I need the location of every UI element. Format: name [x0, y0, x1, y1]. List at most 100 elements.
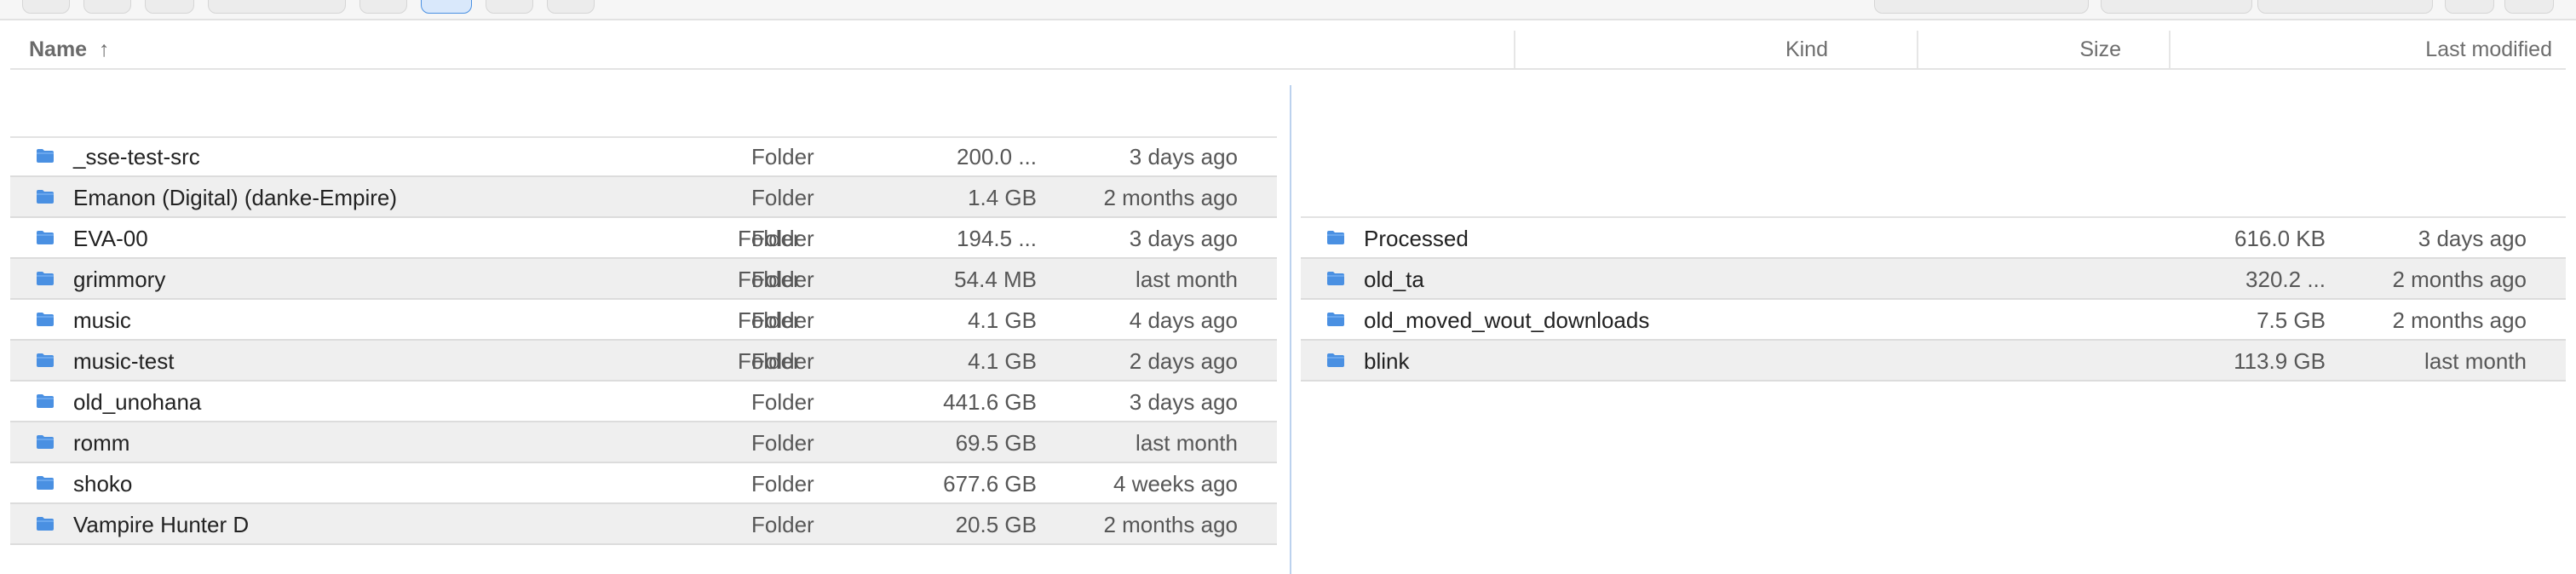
pane-splitter[interactable]	[1290, 85, 1291, 574]
item-name: _sse-test-src	[73, 144, 200, 169]
item-name: Emanon (Digital) (danke-Empire)	[73, 185, 398, 210]
view-gallery-button[interactable]	[547, 0, 595, 14]
item-name: blink	[1364, 348, 1410, 374]
item-modified: 3 days ago	[1129, 144, 1238, 169]
folder-icon	[37, 272, 54, 285]
folder-icon	[37, 435, 54, 449]
item-size: 7.5 GB	[2257, 307, 2326, 333]
item-modified: 2 months ago	[1103, 512, 1238, 537]
list-item[interactable]: blink Folder 113.9 GB last month	[738, 341, 2566, 382]
item-name: Processed	[1364, 226, 1469, 251]
list-item[interactable]: shoko Folder 677.6 GB 4 weeks ago	[10, 463, 1277, 504]
item-kind: Folder	[738, 348, 801, 374]
item-modified: 4 weeks ago	[1113, 471, 1238, 497]
item-size: 441.6 GB	[943, 389, 1037, 415]
column-divider[interactable]	[1917, 31, 1918, 68]
list-item[interactable]: old_moved_wout_downloads Folder 7.5 GB 2…	[738, 300, 2566, 341]
item-kind: Folder	[751, 471, 814, 497]
item-kind: Folder	[751, 430, 814, 456]
list-item[interactable]: Vampire Hunter D Folder 20.5 GB 2 months…	[10, 504, 1277, 545]
up-button[interactable]	[145, 0, 194, 14]
item-name: old_unohana	[73, 389, 202, 415]
more-button[interactable]	[2504, 0, 2554, 14]
folder-icon	[37, 190, 54, 204]
item-modified: 3 days ago	[1129, 226, 1238, 251]
item-size: 320.2 ...	[2245, 267, 2326, 292]
item-modified: last month	[1136, 267, 1238, 292]
filter-button[interactable]	[2101, 0, 2252, 14]
item-modified: 2 days ago	[1129, 348, 1238, 374]
item-modified: 3 days ago	[2418, 226, 2527, 251]
column-header: Name ↑ Kind Size Last modified	[10, 31, 2566, 70]
item-kind: Folder	[738, 267, 801, 292]
column-last-modified[interactable]: Last modified	[2425, 37, 2552, 62]
item-kind: Folder	[751, 512, 814, 537]
folder-icon	[37, 231, 54, 244]
list-item[interactable]: old_ta Folder 320.2 ... 2 months ago	[738, 259, 2566, 300]
toolbar	[0, 0, 2576, 20]
view-columns-button[interactable]	[421, 0, 472, 14]
item-modified: 2 months ago	[2392, 267, 2527, 292]
folder-icon	[1327, 272, 1344, 285]
item-kind: Folder	[751, 144, 814, 169]
folder-icon	[1327, 353, 1344, 367]
column-name[interactable]: Name	[29, 37, 87, 62]
folder-icon	[37, 353, 54, 367]
list-item[interactable]: Emanon (Digital) (danke-Empire) Folder 1…	[10, 177, 1277, 218]
column-size[interactable]: Size	[2079, 37, 2121, 62]
list-item[interactable]: music Folder 4.1 GB 4 days ago	[10, 300, 1277, 341]
item-size: 4.1 GB	[968, 348, 1037, 374]
item-size: 20.5 GB	[955, 512, 1037, 537]
item-kind: Folder	[751, 185, 814, 210]
item-modified: last month	[2424, 348, 2527, 374]
list-item[interactable]: old_unohana Folder 441.6 GB 3 days ago	[10, 382, 1277, 422]
view-grid-button[interactable]	[486, 0, 533, 14]
right-file-list: Processed Folder 616.0 KB 3 days ago old…	[738, 218, 2566, 382]
list-item[interactable]: EVA-00 Folder 194.5 ... 3 days ago	[10, 218, 1277, 259]
list-item[interactable]: Processed Folder 616.0 KB 3 days ago	[738, 218, 2566, 259]
item-kind: Folder	[751, 389, 814, 415]
item-size: 54.4 MB	[954, 267, 1037, 292]
item-modified: 2 months ago	[1103, 185, 1238, 210]
column-divider[interactable]	[2169, 31, 2171, 68]
path-dropdown[interactable]	[208, 0, 346, 14]
sort-ascending-icon[interactable]: ↑	[99, 37, 110, 62]
item-name: music	[73, 307, 131, 333]
list-item[interactable]: _sse-test-src Folder 200.0 ... 3 days ag…	[10, 136, 1277, 177]
item-size: 616.0 KB	[2234, 226, 2326, 251]
folder-icon	[1327, 313, 1344, 326]
item-size: 113.9 GB	[2234, 348, 2326, 374]
item-size: 4.1 GB	[968, 307, 1037, 333]
list-item[interactable]: grimmory Folder 54.4 MB last month	[10, 259, 1277, 300]
column-kind[interactable]: Kind	[1785, 37, 1828, 62]
folder-icon	[1327, 231, 1344, 244]
left-file-list: _sse-test-src Folder 200.0 ... 3 days ag…	[10, 136, 1277, 545]
folder-icon	[37, 149, 54, 163]
search-field[interactable]	[1874, 0, 2089, 14]
item-kind: Folder	[738, 226, 801, 251]
folder-icon	[37, 394, 54, 408]
item-modified: last month	[1136, 430, 1238, 456]
item-size: 677.6 GB	[943, 471, 1037, 497]
folder-icon	[37, 476, 54, 490]
sort-button[interactable]	[2257, 0, 2433, 14]
item-name: old_moved_wout_downloads	[1364, 307, 1650, 333]
action-button[interactable]	[2445, 0, 2494, 14]
forward-button[interactable]	[83, 0, 131, 14]
folder-icon	[37, 517, 54, 531]
back-button[interactable]	[22, 0, 70, 14]
item-name: romm	[73, 430, 130, 456]
column-divider[interactable]	[1514, 31, 1515, 68]
folder-icon	[37, 313, 54, 326]
view-list-button[interactable]	[359, 0, 407, 14]
item-modified: 3 days ago	[1129, 389, 1238, 415]
item-modified: 4 days ago	[1129, 307, 1238, 333]
item-name: grimmory	[73, 267, 166, 292]
item-size: 194.5 ...	[957, 226, 1037, 251]
item-kind: Folder	[738, 307, 801, 333]
list-item[interactable]: music-test Folder 4.1 GB 2 days ago	[10, 341, 1277, 382]
item-size: 69.5 GB	[955, 430, 1037, 456]
list-item[interactable]: romm Folder 69.5 GB last month	[10, 422, 1277, 463]
item-name: EVA-00	[73, 226, 148, 251]
item-name: old_ta	[1364, 267, 1424, 292]
